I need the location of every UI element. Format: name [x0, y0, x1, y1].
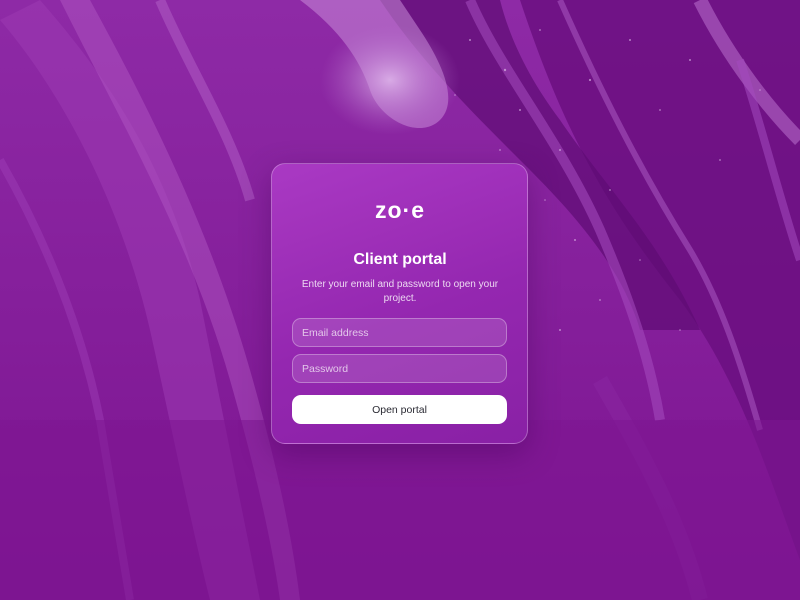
brand-logo: zo·e	[375, 197, 425, 223]
login-instructions: Enter your email and password to open yo…	[301, 279, 499, 304]
email-field[interactable]	[292, 318, 507, 347]
password-field[interactable]	[292, 354, 507, 383]
open-portal-button[interactable]: Open portal	[292, 395, 507, 424]
page-title: Client portal	[353, 251, 447, 268]
